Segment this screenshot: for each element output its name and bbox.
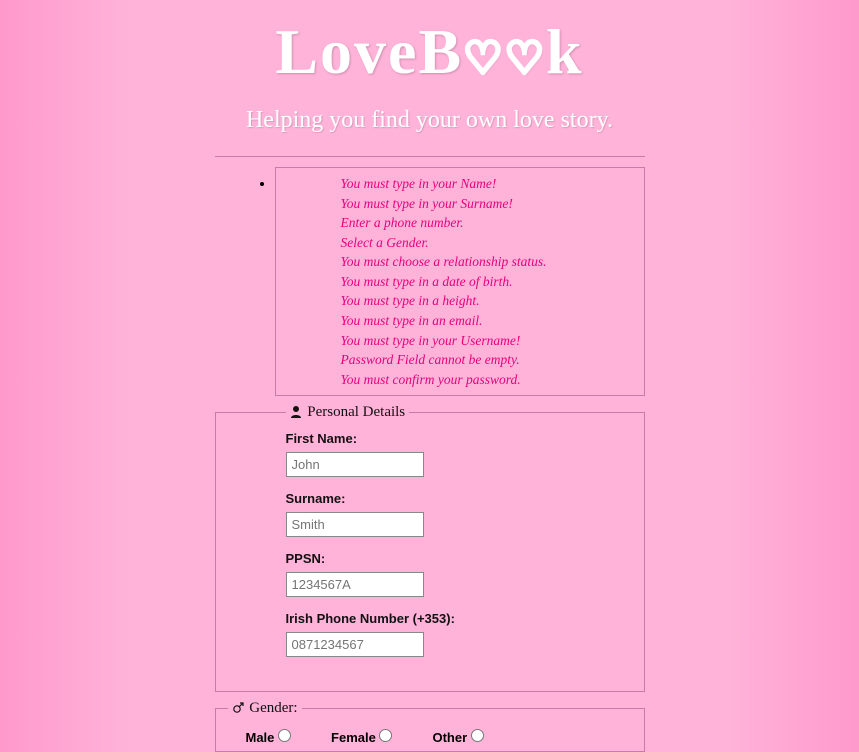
site-logo: LoveB♡♡k: [215, 15, 645, 89]
phone-input[interactable]: [286, 632, 424, 657]
error-item: You must type in your Surname!: [341, 194, 579, 214]
ppsn-input[interactable]: [286, 572, 424, 597]
gender-icon: [232, 702, 244, 714]
gender-male-label: Male: [246, 730, 275, 745]
divider: [215, 156, 645, 157]
logo-text-pre: LoveB: [275, 16, 463, 87]
error-item: You must type in an email.: [341, 311, 579, 331]
person-icon: [290, 405, 302, 418]
personal-details-fieldset: Personal Details First Name: Surname: PP…: [215, 404, 645, 692]
ppsn-label: PPSN:: [286, 551, 632, 566]
gender-fieldset: Gender: Male Female Other: [215, 700, 645, 752]
error-item: You must type in a date of birth.: [341, 272, 579, 292]
tagline: Helping you find your own love story.: [215, 107, 645, 134]
gender-legend-text: Gender:: [249, 700, 297, 716]
gender-other-radio[interactable]: [471, 729, 484, 742]
gender-female-radio[interactable]: [379, 729, 392, 742]
error-item: You must type in your Username!: [341, 331, 579, 351]
gender-legend: Gender:: [228, 700, 302, 717]
heart-icon: ♡: [463, 33, 504, 84]
error-item: You must type in a height.: [341, 291, 579, 311]
gender-female-label: Female: [331, 730, 376, 745]
gender-other-label: Other: [432, 730, 467, 745]
personal-details-legend: Personal Details: [286, 404, 410, 421]
error-item: You must confirm your password.: [341, 370, 579, 390]
surname-label: Surname:: [286, 491, 632, 506]
personal-legend-text: Personal Details: [307, 404, 405, 420]
error-item: Enter a phone number.: [341, 213, 579, 233]
error-item: You must type in your Name!: [341, 174, 579, 194]
error-item: Password Field cannot be empty.: [341, 350, 579, 370]
error-item: Select a Gender.: [341, 233, 579, 253]
first-name-input[interactable]: [286, 452, 424, 477]
first-name-label: First Name:: [286, 431, 632, 446]
error-item: You must choose a relationship status.: [341, 252, 579, 272]
error-list: You must type in your Name! You must typ…: [275, 167, 645, 396]
heart-icon: ♡: [505, 33, 546, 84]
surname-input[interactable]: [286, 512, 424, 537]
gender-male-radio[interactable]: [278, 729, 291, 742]
phone-label: Irish Phone Number (+353):: [286, 611, 632, 626]
logo-text-post: k: [546, 16, 584, 87]
